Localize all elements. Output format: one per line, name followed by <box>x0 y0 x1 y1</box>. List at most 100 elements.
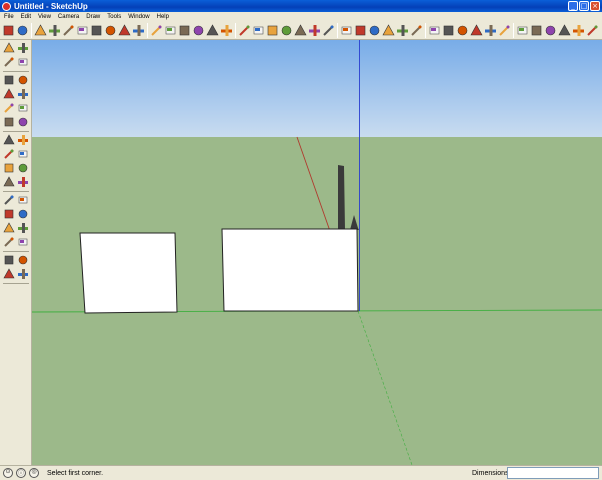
toolbar-layers-icon[interactable] <box>410 24 423 37</box>
toolbar-zoom-window-icon[interactable] <box>280 24 293 37</box>
toolbar-dimension-icon[interactable] <box>178 24 191 37</box>
left-tool-push-pull-icon[interactable] <box>17 116 29 128</box>
dimensions-input[interactable] <box>507 467 599 479</box>
toolbar-move-icon[interactable] <box>118 24 131 37</box>
left-toolbar-separator <box>3 283 29 284</box>
toolbar-top-icon[interactable] <box>442 24 455 37</box>
toolbar-orbit-icon[interactable] <box>238 24 251 37</box>
left-tool-polygon-icon[interactable] <box>3 102 15 114</box>
toolbar-separator <box>337 23 338 38</box>
toolbar-circle-icon[interactable] <box>48 24 61 37</box>
left-tool-zoom-icon[interactable] <box>3 222 15 234</box>
left-tool-dimension-icon[interactable] <box>17 162 29 174</box>
geo-location-icon[interactable]: ⊙ <box>3 468 13 478</box>
toolbar-components-icon[interactable] <box>382 24 395 37</box>
left-tool-protractor-icon[interactable] <box>3 176 15 188</box>
drawing-viewport[interactable] <box>32 40 602 465</box>
toolbar-pan-icon[interactable] <box>252 24 265 37</box>
sketchup-app-icon[interactable] <box>2 1 11 11</box>
instructor-info-icon[interactable]: ⓘ <box>16 468 26 478</box>
toolbar-previous-icon[interactable] <box>308 24 321 37</box>
toolbar-axes-icon[interactable] <box>220 24 233 37</box>
menu-edit[interactable]: Edit <box>21 14 31 20</box>
left-tool-walk-icon[interactable] <box>3 268 15 280</box>
rectangle-face-right[interactable] <box>221 228 359 312</box>
toolbar-shaded-textures-icon[interactable] <box>572 24 585 37</box>
close-button[interactable]: × <box>590 1 600 11</box>
left-tool-orbit-icon[interactable] <box>3 208 15 220</box>
toolbar-left-icon[interactable] <box>498 24 511 37</box>
menu-tools[interactable]: Tools <box>107 14 121 20</box>
toolbar-position-camera-icon[interactable] <box>368 24 381 37</box>
left-tool-offset-icon[interactable] <box>17 148 29 160</box>
left-tool-zoom-window-icon[interactable] <box>17 222 29 234</box>
left-tool-circle-icon[interactable] <box>3 88 15 100</box>
menu-file[interactable]: File <box>4 14 14 20</box>
left-tool-paint-bucket-icon[interactable] <box>3 56 15 68</box>
toolbar-iso-icon[interactable] <box>428 24 441 37</box>
left-tool-zoom-extents-icon[interactable] <box>17 236 29 248</box>
toolbar-paint-bucket-icon[interactable] <box>90 24 103 37</box>
menu-view[interactable]: View <box>38 14 51 20</box>
toolbar-front-icon[interactable] <box>456 24 469 37</box>
credits-icon[interactable]: ◎ <box>29 468 39 478</box>
toolbar-xray-icon[interactable] <box>516 24 529 37</box>
left-tool-make-component-icon[interactable] <box>17 42 29 54</box>
left-tool-3d-text-icon[interactable] <box>17 194 29 206</box>
left-tool-pan-icon[interactable] <box>17 208 29 220</box>
status-bar: ⊙ ⓘ ◎ Select first corner. Dimensions <box>0 465 602 480</box>
toolbar-right-icon[interactable] <box>470 24 483 37</box>
toolbar-arc-icon[interactable] <box>62 24 75 37</box>
left-tool-freehand-icon[interactable] <box>17 102 29 114</box>
left-tool-arc-icon[interactable] <box>17 88 29 100</box>
left-tool-look-around-icon[interactable] <box>17 254 29 266</box>
window-title: Untitled - SketchUp <box>14 1 88 11</box>
menu-draw[interactable]: Draw <box>86 14 100 20</box>
toolbar-rotate-icon[interactable] <box>132 24 145 37</box>
left-tool-line-icon[interactable] <box>17 74 29 86</box>
menu-help[interactable]: Help <box>157 14 169 20</box>
maximize-button[interactable]: □ <box>579 1 589 11</box>
toolbar-hidden-line-icon[interactable] <box>544 24 557 37</box>
left-tool-move-icon[interactable] <box>3 116 15 128</box>
toolbar-rectangle-icon[interactable] <box>34 24 47 37</box>
toolbar-wireframe-icon[interactable] <box>530 24 543 37</box>
left-tool-section-plane-icon[interactable] <box>17 268 29 280</box>
toolbar-back-icon[interactable] <box>484 24 497 37</box>
toolbar-monochrome-icon[interactable] <box>586 24 599 37</box>
left-tool-tape-measure-icon[interactable] <box>3 162 15 174</box>
toolbar-separator <box>235 23 236 38</box>
left-toolbar <box>0 40 32 465</box>
left-tool-previous-icon[interactable] <box>3 236 15 248</box>
toolbar-select-icon[interactable] <box>2 24 15 37</box>
toolbar-push-pull-icon[interactable] <box>104 24 117 37</box>
toolbar-materials-icon[interactable] <box>396 24 409 37</box>
left-tool-axes-icon[interactable] <box>3 194 15 206</box>
menu-camera[interactable]: Camera <box>58 14 79 20</box>
toolbar-tape-measure-icon[interactable] <box>164 24 177 37</box>
toolbar-text-icon[interactable] <box>206 24 219 37</box>
toolbar-shaded-icon[interactable] <box>558 24 571 37</box>
minimize-button[interactable]: _ <box>568 1 578 11</box>
toolbar-offset-icon[interactable] <box>150 24 163 37</box>
left-tool-scale-icon[interactable] <box>3 148 15 160</box>
rectangle-face-left[interactable] <box>79 232 178 314</box>
left-tool-follow-me-icon[interactable] <box>17 134 29 146</box>
left-tool-position-camera-icon[interactable] <box>3 254 15 266</box>
menu-window[interactable]: Window <box>128 14 149 20</box>
toolbar-next-icon[interactable] <box>322 24 335 37</box>
left-toolbar-separator <box>3 131 29 132</box>
left-tool-rotate-icon[interactable] <box>3 134 15 146</box>
toolbar-look-around-icon[interactable] <box>354 24 367 37</box>
toolbar-protractor-icon[interactable] <box>192 24 205 37</box>
left-tool-text-icon[interactable] <box>17 176 29 188</box>
left-tool-select-icon[interactable] <box>3 42 15 54</box>
toolbar-eraser-icon[interactable] <box>76 24 89 37</box>
toolbar-walk-icon[interactable] <box>340 24 353 37</box>
viewport-canvas[interactable] <box>32 40 602 465</box>
toolbar-zoom-icon[interactable] <box>266 24 279 37</box>
left-tool-eraser-icon[interactable] <box>17 56 29 68</box>
left-tool-rectangle-icon[interactable] <box>3 74 15 86</box>
toolbar-zoom-extents-icon[interactable] <box>294 24 307 37</box>
toolbar-line-icon[interactable] <box>16 24 29 37</box>
